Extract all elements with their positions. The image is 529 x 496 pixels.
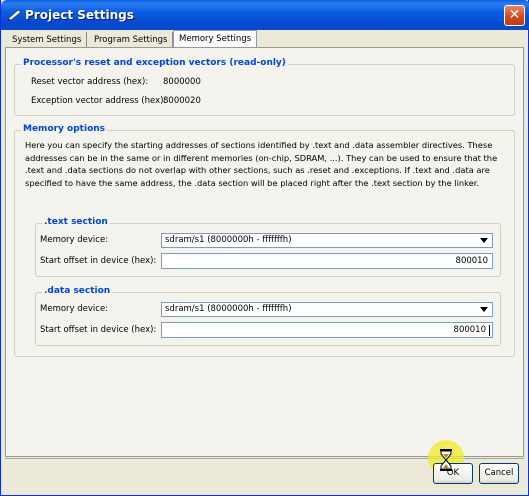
- memory-options-description: Here you can specify the starting addres…: [25, 140, 498, 188]
- text-offset-input[interactable]: 800010: [161, 253, 493, 269]
- text-offset-label: Start offset in device (hex):: [40, 256, 157, 266]
- tab-program-settings[interactable]: Program Settings: [89, 32, 174, 48]
- exception-vector-value: 8000020: [163, 96, 201, 106]
- project-settings-window: Project Settings ✕ System Settings Progr…: [0, 0, 529, 496]
- data-offset-input[interactable]: 800010: [161, 322, 493, 338]
- memory-settings-panel: Processor's reset and exception vectors …: [5, 47, 524, 457]
- data-section-group: .data section Memory device: sdram/s1 (8…: [35, 286, 501, 346]
- data-memory-device-dropdown[interactable]: sdram/s1 (8000000h - fffffffh): [161, 302, 493, 317]
- data-offset-value: 800010: [453, 325, 486, 335]
- reset-vector-label: Reset vector address (hex):: [31, 77, 149, 87]
- tab-label: Memory Settings: [179, 34, 252, 44]
- data-device-label: Memory device:: [40, 304, 109, 314]
- cancel-button-label: Cancel: [484, 468, 514, 478]
- text-offset-value: 800010: [455, 256, 488, 266]
- data-section-title: .data section: [42, 286, 113, 296]
- vectors-group-title: Processor's reset and exception vectors …: [21, 58, 288, 68]
- text-device-label: Memory device:: [40, 235, 109, 245]
- close-icon: ✕: [508, 7, 521, 23]
- close-button[interactable]: ✕: [504, 5, 525, 26]
- tab-label: System Settings: [12, 35, 82, 45]
- reset-vector-value: 8000000: [163, 77, 201, 87]
- text-device-value: sdram/s1 (8000000h - fffffffh): [165, 235, 292, 245]
- window-title: Project Settings: [25, 8, 134, 22]
- tab-system-settings[interactable]: System Settings: [7, 32, 88, 48]
- data-offset-label: Start offset in device (hex):: [40, 325, 157, 335]
- tab-label: Program Settings: [94, 35, 168, 45]
- tab-memory-settings[interactable]: Memory Settings: [173, 30, 258, 48]
- memory-options-group: Memory options Here you can specify the …: [14, 124, 515, 357]
- memory-options-title: Memory options: [21, 124, 108, 134]
- chevron-down-icon: [480, 238, 488, 243]
- text-section-title: .text section: [42, 217, 110, 227]
- text-memory-device-dropdown[interactable]: sdram/s1 (8000000h - fffffffh): [161, 233, 493, 248]
- pen-icon: [7, 9, 22, 21]
- text-section-group: .text section Memory device: sdram/s1 (8…: [35, 217, 501, 277]
- exception-vector-label: Exception vector address (hex):: [31, 96, 167, 106]
- data-device-value: sdram/s1 (8000000h - fffffffh): [165, 304, 292, 314]
- vectors-group: Processor's reset and exception vectors …: [14, 58, 515, 116]
- chevron-down-icon: [480, 307, 488, 312]
- tab-strip: System Settings Program Settings Memory …: [7, 30, 527, 48]
- cancel-button[interactable]: Cancel: [479, 463, 519, 484]
- text-caret: [489, 325, 490, 336]
- hourglass-icon: [440, 449, 452, 471]
- title-bar[interactable]: Project Settings ✕: [1, 0, 529, 30]
